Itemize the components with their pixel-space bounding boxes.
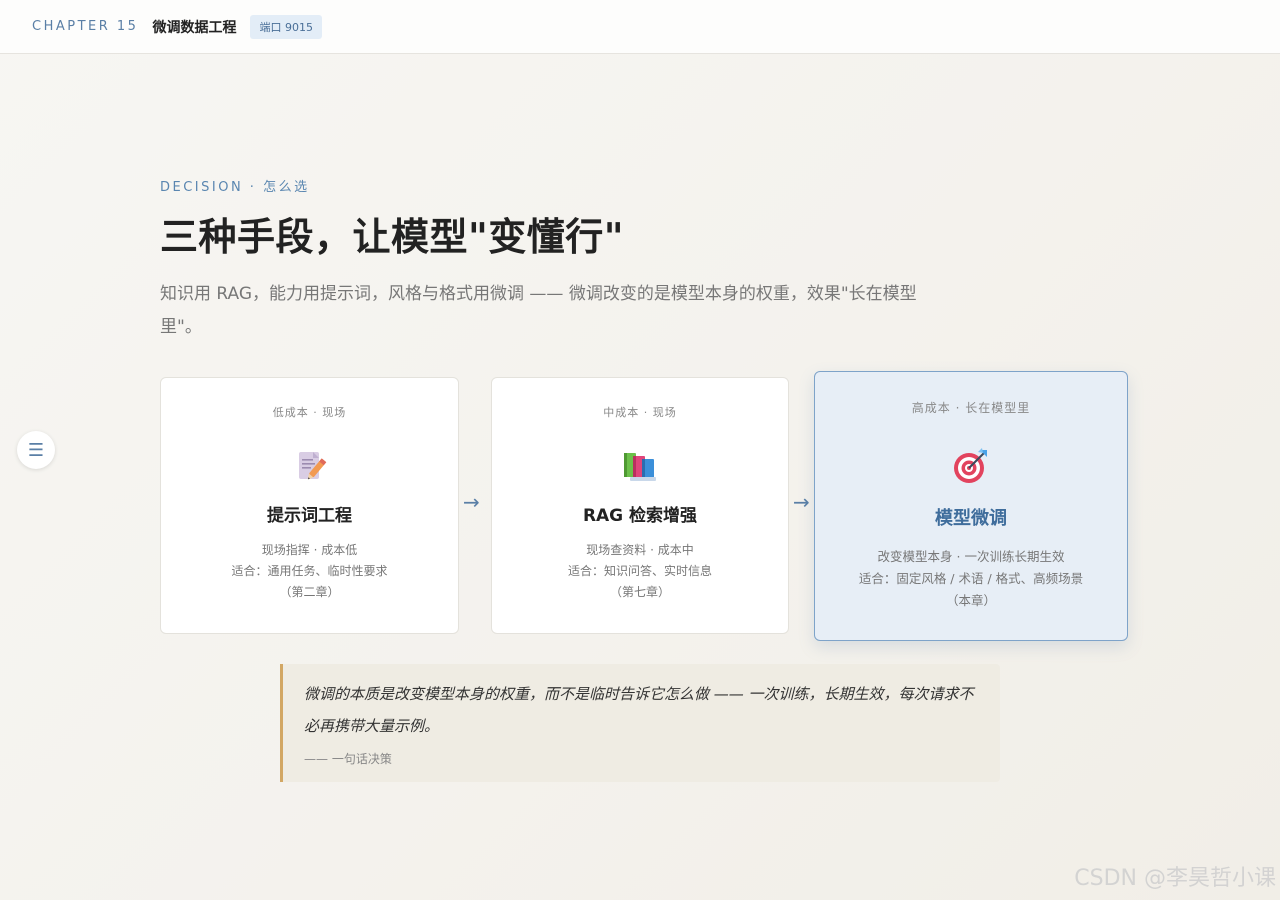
card-rag[interactable]: 中成本 · 现场 RAG 检索增强 现场查资料 · 成本中 适合：知识问答、实时… [491, 377, 789, 634]
menu-toggle-button[interactable]: ☰ [17, 431, 55, 469]
target-dart-icon [951, 446, 991, 486]
card-title: RAG 检索增强 [582, 506, 698, 526]
memo-pencil-icon [290, 447, 330, 487]
card-tag: 中成本 · 现场 [603, 406, 677, 419]
card-desc-line: 适合：固定风格 / 术语 / 格式、高频场景 [858, 571, 1084, 586]
flow-arrow: → [463, 490, 480, 514]
chapter-label: CHAPTER 15 [32, 19, 139, 34]
card-desc-line: （第七章） [609, 585, 670, 599]
port-badge: 端口 9015 [250, 14, 322, 39]
section-eyebrow: DECISION · 怎么选 [160, 180, 310, 195]
card-tag: 低成本 · 现场 [272, 406, 347, 419]
card-desc-line: 适合：知识问答、实时信息 [567, 564, 712, 578]
top-bar: CHAPTER 15 微调数据工程 端口 9015 [0, 0, 1280, 54]
decision-quote: 微调的本质是改变模型本身的权重，而不是临时告诉它怎么做 —— 一次训练，长期生效… [280, 664, 1000, 782]
card-desc-line: 现场查资料 · 成本中 [586, 543, 694, 557]
watermark: CSDN @李昊哲小课 [1074, 866, 1276, 891]
page-title: 三种手段，让模型"变懂行" [160, 215, 625, 259]
chapter-title: 微调数据工程 [152, 19, 237, 36]
card-description: 改变模型本身 · 一次训练长期生效 适合：固定风格 / 术语 / 格式、高频场景… [815, 546, 1127, 612]
quote-text: 微调的本质是改变模型本身的权重，而不是临时告诉它怎么做 —— 一次训练，长期生效… [304, 685, 974, 735]
card-description: 现场指挥 · 成本低 适合：通用任务、临时性要求 （第二章） [161, 540, 458, 603]
card-desc-line: （第二章） [279, 585, 340, 599]
card-desc-line: 适合：通用任务、临时性要求 [231, 564, 388, 578]
books-icon [620, 447, 660, 487]
card-prompt-engineering[interactable]: 低成本 · 现场 提示词工程 现场指挥 · 成本低 适合：通用任务、临时性要求 … [160, 377, 459, 634]
card-description: 现场查资料 · 成本中 适合：知识问答、实时信息 （第七章） [492, 540, 788, 603]
card-desc-line: 现场指挥 · 成本低 [261, 543, 358, 557]
quote-source: —— 一句话决策 [304, 752, 392, 766]
card-title: 提示词工程 [267, 506, 352, 526]
card-tag: 高成本 · 长在模型里 [911, 401, 1031, 415]
page-subtitle: 知识用 RAG，能力用提示词，风格与格式用微调 —— 微调改变的是模型本身的权重… [160, 284, 917, 337]
flow-arrow: → [793, 490, 810, 514]
card-title: 模型微调 [935, 508, 1007, 529]
card-desc-line: 改变模型本身 · 一次训练长期生效 [877, 549, 1065, 564]
menu-icon: ☰ [27, 439, 45, 461]
card-desc-line: （本章） [945, 593, 996, 608]
card-fine-tuning[interactable]: 高成本 · 长在模型里 模型微调 改变模型本身 · 一次训练长期生效 适合：固定… [814, 371, 1128, 641]
